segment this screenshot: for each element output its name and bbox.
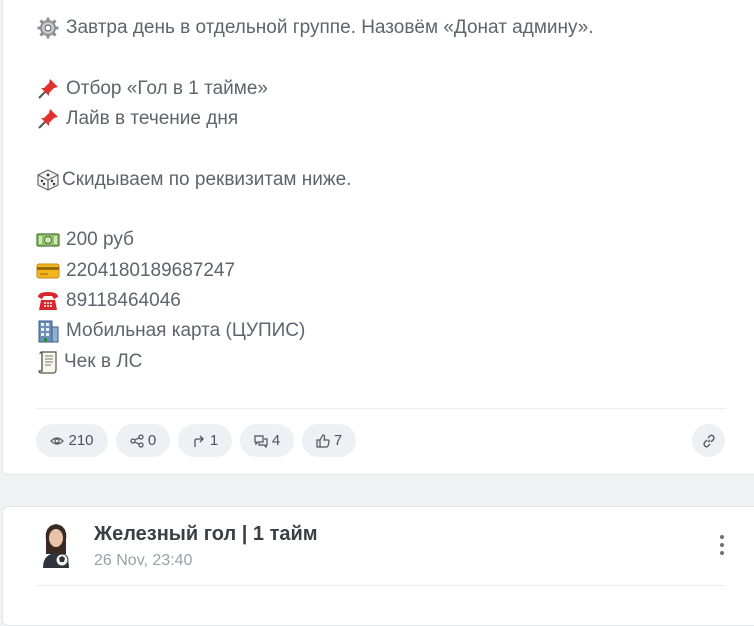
share-icon xyxy=(130,433,144,448)
dot-icon xyxy=(720,543,724,547)
forward-button[interactable]: 1 xyxy=(178,424,232,457)
post-line: 2204180189687247 xyxy=(36,259,235,283)
copy-link-button[interactable] xyxy=(692,424,725,457)
line-text: Скидываем по реквизитам ниже. xyxy=(62,169,352,190)
line-text: 200 руб xyxy=(66,229,134,250)
views-count: 210 xyxy=(68,432,94,449)
dot-icon xyxy=(720,551,724,555)
dice-icon xyxy=(36,168,60,192)
receipt-icon xyxy=(36,350,60,374)
post-line: Отбор «Гол в 1 тайме» xyxy=(36,77,268,101)
post-line: Мобильная карта (ЦУПИС) xyxy=(36,319,305,343)
line-text: 89118464046 xyxy=(66,290,181,311)
post-line: Лайв в течение дня xyxy=(36,107,238,131)
post-line: Чек в ЛС xyxy=(36,350,142,374)
post-time: 26 Nov, 23:40 xyxy=(94,552,193,569)
line-text: Лайв в течение дня xyxy=(66,108,239,129)
line-text: Завтра день в отдельной группе. Назовём … xyxy=(66,17,594,38)
post-line: 200 руб xyxy=(36,228,134,252)
share-button[interactable]: 0 xyxy=(116,424,170,457)
line-text: Мобильная карта (ЦУПИС) xyxy=(66,320,306,341)
channel-name[interactable]: Железный гол | 1 тайм xyxy=(94,523,318,546)
dot-icon xyxy=(720,535,724,539)
comments-count: 4 xyxy=(271,432,281,449)
telephone-icon xyxy=(36,289,60,313)
credit-card-icon xyxy=(36,259,60,283)
line-text: Отбор «Гол в 1 тайме» xyxy=(66,78,268,99)
divider xyxy=(36,585,726,586)
pushpin-icon xyxy=(36,77,60,101)
avatar-image xyxy=(43,524,69,568)
channel-avatar[interactable] xyxy=(38,520,74,568)
views-counter[interactable]: 210 xyxy=(36,424,108,457)
likes-count: 7 xyxy=(333,432,343,449)
post-line: Завтра день в отдельной группе. Назовём … xyxy=(36,16,594,40)
banknote-icon xyxy=(36,228,60,252)
thumbs-up-icon xyxy=(316,433,330,448)
building-icon xyxy=(36,319,60,343)
eye-icon xyxy=(50,436,65,445)
forward-icon xyxy=(194,435,204,447)
comments-icon xyxy=(254,434,268,448)
pushpin-icon xyxy=(36,107,60,131)
comments-button[interactable]: 4 xyxy=(240,424,294,457)
line-text: 2204180189687247 xyxy=(66,260,236,281)
like-button[interactable]: 7 xyxy=(302,424,356,457)
link-icon xyxy=(702,434,715,447)
gear-icon xyxy=(36,16,60,40)
post-line: 89118464046 xyxy=(36,289,181,313)
divider xyxy=(36,408,726,409)
shares-count: 0 xyxy=(147,432,157,449)
forwards-count: 1 xyxy=(209,432,219,449)
post-line: Скидываем по реквизитам ниже. xyxy=(36,168,351,192)
more-menu-button[interactable] xyxy=(712,530,732,560)
line-text: Чек в ЛС xyxy=(64,351,143,372)
